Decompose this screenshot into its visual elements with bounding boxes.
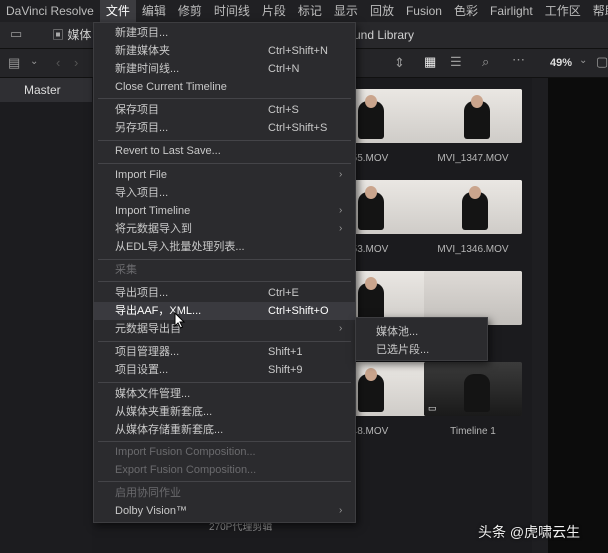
menu-item-import-metadata[interactable]: 将元数据导入到 › <box>94 220 355 238</box>
menu-separator <box>98 140 351 141</box>
menu-item-collaboration: 启用协同作业 <box>115 487 181 499</box>
menu-item-export-fusion: Export Fusion Composition... <box>115 464 257 476</box>
sort-icon[interactable]: ⇕ <box>394 55 405 71</box>
menu-separator <box>98 481 351 482</box>
media-pool-label: 媒体 <box>67 28 92 42</box>
menu-item-export-metadata[interactable]: 元数据导出自 › <box>94 320 355 338</box>
timeline-name: Timeline 1 <box>450 426 496 437</box>
bin-master[interactable]: Master <box>0 78 92 102</box>
menu-davinci-resolve[interactable]: DaVinci Resolve <box>0 0 100 22</box>
menu-separator <box>98 98 351 99</box>
menu-item-project-settings[interactable]: 项目设置... Shift+9 <box>94 361 355 379</box>
menu-separator <box>98 441 351 442</box>
submenu-item-selected-clips[interactable]: 已选片段... <box>376 341 429 357</box>
mouse-cursor-icon <box>174 312 186 329</box>
watermark: 头条 @虎啸云生 <box>478 524 581 540</box>
menu-item-revert[interactable]: Revert to Last Save... <box>94 142 355 160</box>
menu-item-import-file[interactable]: Import File › <box>94 166 355 184</box>
menu-separator <box>98 281 351 282</box>
menu-clip[interactable]: 片段 <box>256 0 292 22</box>
menu-separator <box>98 259 351 260</box>
menu-item-media-management[interactable]: 媒体文件管理... <box>94 385 355 403</box>
clip-name: MVI_1346.MOV <box>437 244 509 255</box>
menu-file[interactable]: 文件 <box>99 0 136 22</box>
menu-separator <box>98 163 351 164</box>
menu-item-export-project[interactable]: 导出项目... Ctrl+E <box>94 284 355 302</box>
menu-item-project-manager[interactable]: 项目管理器... Shift+1 <box>94 343 355 361</box>
menu-trim[interactable]: 修剪 <box>172 0 208 22</box>
forward-arrow-icon[interactable]: › <box>74 55 78 70</box>
viewer-panel <box>548 78 608 553</box>
menu-item-relink-from-storage[interactable]: 从媒体存储重新套底... <box>94 421 355 439</box>
menu-bar: DaVinci Resolve 文件 编辑 修剪 时间线 片段 标记 显示 回放… <box>0 0 608 22</box>
menu-workspace[interactable]: 工作区 <box>539 0 587 22</box>
chevron-down-icon[interactable]: ⌄ <box>30 56 38 67</box>
menu-item-new-project[interactable]: 新建项目... <box>94 24 355 42</box>
menu-item-import-project[interactable]: 导入项目... <box>94 184 355 202</box>
menu-edit[interactable]: 编辑 <box>136 0 172 22</box>
monitor-icon[interactable]: ▭ <box>10 26 22 42</box>
file-menu: 新建项目... 新建媒体夹 Ctrl+Shift+N 新建时间线... Ctrl+N… <box>93 22 356 523</box>
export-metadata-submenu: 媒体池... 已选片段... <box>355 317 488 361</box>
clip-name: MVI_1347.MOV <box>437 153 509 164</box>
submenu-arrow-icon: › <box>339 169 343 180</box>
media-pool-button[interactable]: ▣ 媒体 <box>52 26 91 43</box>
submenu-arrow-icon: › <box>339 223 343 234</box>
menu-help[interactable]: 帮助 <box>587 0 608 22</box>
submenu-item-media-pool[interactable]: 媒体池... <box>376 323 418 339</box>
menu-fairlight[interactable]: Fairlight <box>484 0 539 22</box>
bin-list-panel <box>0 78 93 553</box>
menu-item-import-fusion: Import Fusion Composition... <box>115 446 256 458</box>
menu-item-dolby-vision[interactable]: Dolby Vision™ › <box>94 502 355 520</box>
menu-timeline[interactable]: 时间线 <box>208 0 256 22</box>
submenu-arrow-icon: › <box>339 323 343 334</box>
menu-item-relink-from-bin[interactable]: 从媒体夹重新套底... <box>94 403 355 421</box>
grid-view-icon[interactable]: ▦ <box>424 54 436 70</box>
menu-item-save-project[interactable]: 保存项目 Ctrl+S <box>94 101 355 119</box>
menu-item-export-aaf-xml[interactable]: 导出AAF，XML... Ctrl+Shift+O <box>94 302 355 320</box>
back-arrow-icon[interactable]: ‹ <box>56 55 60 70</box>
menu-item-capture: 采集 <box>115 264 137 276</box>
menu-view[interactable]: 显示 <box>328 0 364 22</box>
list-view-icon[interactable]: ☰ <box>450 54 462 70</box>
menu-separator <box>98 382 351 383</box>
menu-fusion[interactable]: Fusion <box>400 0 448 22</box>
clip-thumbnail[interactable] <box>424 180 522 234</box>
menu-item-save-project-as[interactable]: 另存项目... Ctrl+Shift+S <box>94 119 355 137</box>
panel-toggle-icon[interactable]: ▤ <box>8 55 20 71</box>
timeline-icon: ▭ <box>428 403 437 413</box>
menu-item-import-timeline[interactable]: Import Timeline › <box>94 202 355 220</box>
submenu-arrow-icon: › <box>339 205 343 216</box>
clip-thumbnail[interactable] <box>424 89 522 143</box>
menu-playback[interactable]: 回放 <box>364 0 400 22</box>
menu-item-import-edl[interactable]: 从EDL导入批量处理列表... <box>94 238 355 256</box>
sound-library-button[interactable]: und Library <box>354 28 414 42</box>
menu-item-close-timeline[interactable]: Close Current Timeline <box>94 78 355 96</box>
menu-separator <box>98 341 351 342</box>
zoom-dropdown-icon[interactable]: ⌄ <box>579 55 587 66</box>
zoom-level[interactable]: 49% <box>550 57 572 69</box>
menu-mark[interactable]: 标记 <box>292 0 328 22</box>
search-icon[interactable]: ⌕ <box>482 54 489 70</box>
menu-item-new-bin[interactable]: 新建媒体夹 Ctrl+Shift+N <box>94 42 355 60</box>
media-pool-icon: ▣ <box>52 28 65 42</box>
timeline-thumbnail[interactable]: ▭ <box>424 362 522 416</box>
menu-color[interactable]: 色彩 <box>448 0 484 22</box>
menu-item-new-timeline[interactable]: 新建时间线... Ctrl+N <box>94 60 355 78</box>
fullscreen-icon[interactable]: ▢ <box>596 54 608 70</box>
more-options-icon[interactable]: ⋯ <box>512 52 525 68</box>
submenu-arrow-icon: › <box>339 505 343 516</box>
